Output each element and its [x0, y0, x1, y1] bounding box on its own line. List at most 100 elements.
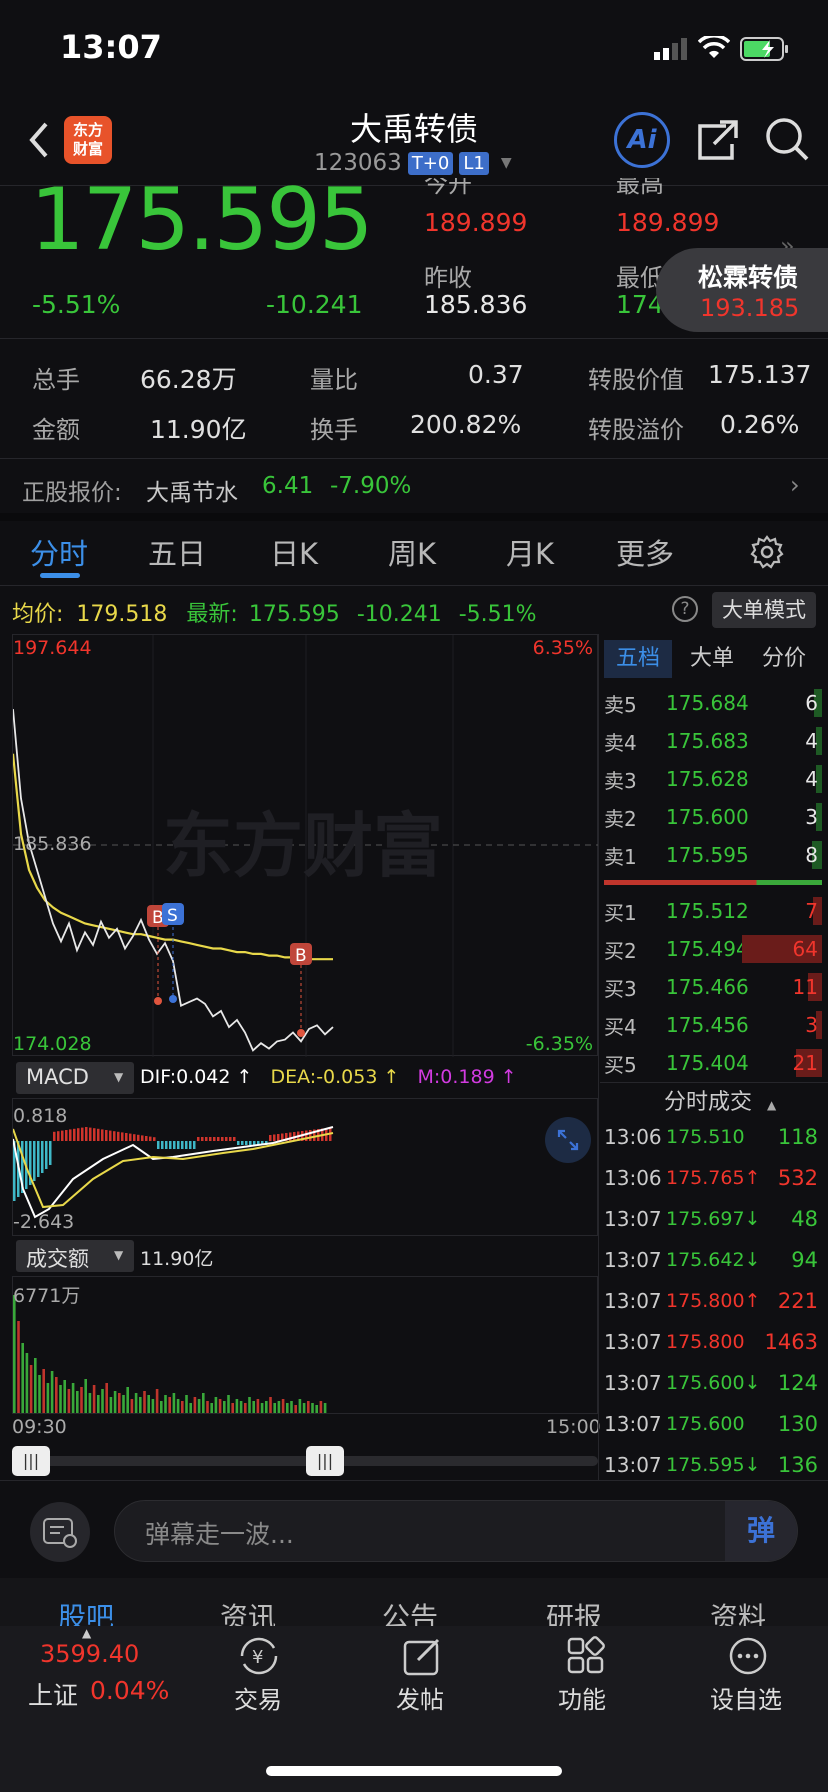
- settings-gear-icon[interactable]: [750, 535, 784, 573]
- volume-bar: [210, 1403, 213, 1413]
- trade-label[interactable]: 交易: [234, 1680, 282, 1715]
- ask-row[interactable]: 卖5 175.684 6: [604, 684, 822, 722]
- range-handle-left[interactable]: |||: [12, 1446, 50, 1476]
- ask-row[interactable]: 卖2 175.600 3: [604, 798, 822, 836]
- search-icon[interactable]: [764, 116, 810, 166]
- related-bond-name: 松霖转债: [698, 263, 799, 292]
- tick-volume: 124: [777, 1370, 818, 1395]
- functions-label[interactable]: 功能: [558, 1680, 606, 1715]
- macd-bar: [53, 1131, 56, 1141]
- help-icon[interactable]: ?: [672, 596, 698, 622]
- danmaku-toggle[interactable]: [30, 1502, 90, 1562]
- tick-time: 13:07: [604, 1206, 662, 1231]
- tab-more[interactable]: 更多: [616, 531, 674, 573]
- wifi-icon: [697, 34, 731, 64]
- level-label: 卖5: [604, 692, 637, 717]
- functions-icon[interactable]: [566, 1636, 606, 1680]
- tab-daily-k[interactable]: 日K: [270, 531, 318, 573]
- macd-bar: [221, 1137, 224, 1141]
- macd-bar: [153, 1137, 156, 1141]
- macd-bar: [201, 1137, 204, 1141]
- post-label[interactable]: 发帖: [396, 1680, 444, 1715]
- underlying-stock-row[interactable]: 正股报价: 大禹节水 6.41 -7.90% ›: [0, 459, 828, 513]
- buy-marker-label: B: [295, 946, 307, 966]
- volume-bar: [206, 1401, 209, 1413]
- ai-button[interactable]: Ai: [614, 112, 670, 168]
- tab-monthly-k[interactable]: 月K: [506, 531, 554, 573]
- tab-big-order[interactable]: 大单: [690, 640, 734, 678]
- tab-news[interactable]: 资讯: [220, 1596, 276, 1626]
- tab-five-level[interactable]: 五档: [604, 640, 672, 678]
- volume-bar: [197, 1399, 201, 1413]
- premium-value: 0.26%: [720, 410, 800, 439]
- macd-chart[interactable]: 0.818 -2.643: [12, 1098, 598, 1236]
- ask-row[interactable]: 卖3 175.628 4: [604, 760, 822, 798]
- send-danmaku-button[interactable]: 弹: [725, 1501, 797, 1561]
- content-tabs: 股吧 资讯 公告 研报 资料: [0, 1578, 828, 1626]
- intraday-chart[interactable]: 东方财富 B S B 197.644 185.836 174.028 6.35%…: [12, 634, 599, 1057]
- bid-row[interactable]: 买5 175.404 21: [604, 1044, 822, 1082]
- tab-profile[interactable]: 资料: [710, 1596, 766, 1626]
- macd-select[interactable]: MACD ▼: [16, 1062, 134, 1094]
- macd-bar: [45, 1141, 48, 1169]
- macd-bar: [309, 1130, 312, 1141]
- bid-row[interactable]: 买4 175.456 3: [604, 1006, 822, 1044]
- tick-volume: 130: [777, 1411, 818, 1436]
- tab-intraday[interactable]: 分时: [30, 531, 88, 573]
- tick-time: 13:07: [604, 1370, 662, 1395]
- trade-icon[interactable]: ¥: [236, 1636, 282, 1680]
- index-name[interactable]: 上证: [28, 1676, 78, 1712]
- ticks-title[interactable]: 分时成交 ▲: [664, 1084, 776, 1116]
- t0-badge: T+0: [407, 151, 454, 175]
- volume-bar: [281, 1399, 285, 1413]
- volume-bar: [67, 1389, 71, 1413]
- latest-value: 175.595: [248, 602, 340, 627]
- tab-price-distribution[interactable]: 分价: [762, 640, 806, 678]
- comment-input[interactable]: 弹幕走一波... 弹: [114, 1500, 798, 1562]
- volume-chart[interactable]: 6771万: [12, 1276, 598, 1414]
- tab-research[interactable]: 研报: [546, 1596, 602, 1626]
- bid-row[interactable]: 买1 175.512 7: [604, 892, 822, 930]
- bid-row[interactable]: 买3 175.466 11: [604, 968, 822, 1006]
- index-value[interactable]: 3599.40: [40, 1640, 139, 1668]
- tab-announcements[interactable]: 公告: [382, 1596, 438, 1626]
- volume-select[interactable]: 成交额 ▼: [16, 1240, 134, 1272]
- watchlist-icon[interactable]: [728, 1636, 768, 1680]
- turnover-label: 换手: [310, 416, 358, 444]
- volume-bar: [143, 1391, 146, 1413]
- big-order-mode-button[interactable]: 大单模式: [712, 592, 816, 628]
- macd-indicators: DIF:0.042 ↑ DEA:-0.053 ↑ M:0.189 ↑: [140, 1066, 517, 1088]
- macd-bar: [97, 1128, 100, 1141]
- level-label: 卖4: [604, 730, 637, 755]
- tab-five-day[interactable]: 五日: [148, 531, 206, 573]
- volume-bar: [25, 1353, 29, 1413]
- ask-row[interactable]: 卖4 175.683 4: [604, 722, 822, 760]
- time-range-track[interactable]: [12, 1456, 598, 1466]
- tab-weekly-k[interactable]: 周K: [388, 531, 436, 573]
- volume-bar: [269, 1397, 272, 1413]
- volume-bar: [164, 1395, 167, 1413]
- ask-row[interactable]: 卖1 175.595 8: [604, 836, 822, 874]
- volume-bar: [97, 1395, 100, 1413]
- avg-label: 均价:: [12, 602, 64, 627]
- watchlist-label[interactable]: 设自选: [710, 1680, 782, 1715]
- range-handle-right[interactable]: |||: [306, 1446, 344, 1476]
- index-pct[interactable]: 0.04%: [90, 1676, 169, 1705]
- volume-bar: [122, 1395, 125, 1413]
- level-price: 175.466: [666, 975, 749, 999]
- fullscreen-icon[interactable]: [545, 1117, 591, 1163]
- underlying-price: 6.41: [262, 473, 314, 499]
- volume-bar: [38, 1375, 41, 1413]
- volume-bar: [248, 1397, 251, 1413]
- pct-axis-top-label: 6.35%: [532, 637, 593, 659]
- post-icon[interactable]: [402, 1636, 444, 1680]
- level-volume: 7: [805, 899, 818, 923]
- bid-row[interactable]: 买2 175.494 64: [604, 930, 822, 968]
- related-bond-popup[interactable]: 松霖转债 193.185: [656, 248, 828, 332]
- tick-row: 13:06 175.510 118: [604, 1116, 822, 1157]
- share-icon[interactable]: [696, 118, 740, 166]
- volume-bar: [193, 1397, 197, 1413]
- macd-bar: [177, 1141, 180, 1149]
- volume-bar: [50, 1371, 54, 1413]
- tab-forum[interactable]: 股吧: [58, 1596, 114, 1626]
